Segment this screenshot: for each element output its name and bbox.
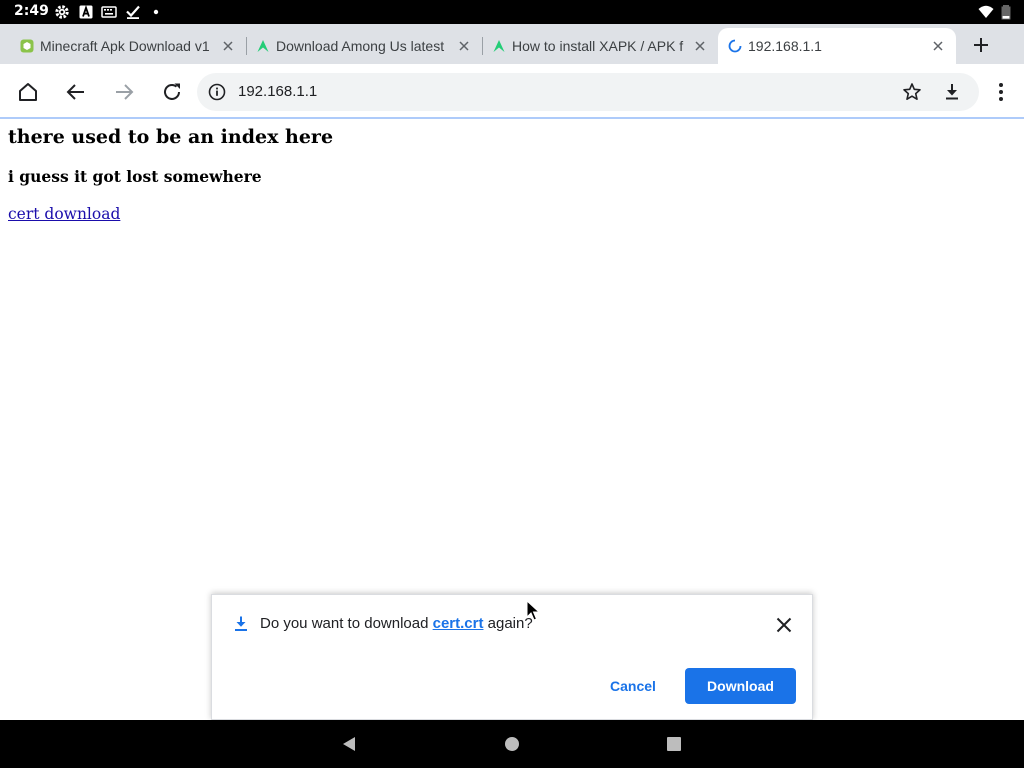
tab-192-168-1-1[interactable]: 192.168.1.1 <box>718 28 956 64</box>
download-button[interactable]: Download <box>685 668 796 704</box>
green-cube-icon <box>20 39 34 53</box>
browser-toolbar: 192.168.1.1 <box>0 64 1024 119</box>
download-icon <box>235 616 247 631</box>
forward-arrow-icon[interactable] <box>112 80 136 104</box>
star-bookmark-icon[interactable] <box>902 82 922 102</box>
download-prompt-message: Do you want to download cert.crt again? <box>260 615 533 632</box>
tab-title: How to install XAPK / APK f <box>512 38 684 54</box>
page-subheading: i guess it got lost somewhere <box>8 167 262 186</box>
nav-home-icon[interactable] <box>502 734 522 754</box>
navigation-bar <box>0 720 1024 768</box>
close-tab-icon[interactable] <box>456 38 472 54</box>
loading-spinner-icon <box>728 39 742 53</box>
tab-among-us[interactable]: Download Among Us latest <box>246 28 483 64</box>
wifi-icon <box>978 5 994 18</box>
info-icon[interactable] <box>208 83 226 101</box>
page-content: there used to be an index here i guess i… <box>8 120 1008 223</box>
tab-title: 192.168.1.1 <box>748 38 822 54</box>
nav-back-icon[interactable] <box>340 734 360 754</box>
download-icon[interactable] <box>942 82 962 102</box>
tab-title: Download Among Us latest <box>276 38 445 54</box>
back-arrow-icon[interactable] <box>64 80 88 104</box>
tab-title: Minecraft Apk Download v1 <box>40 38 210 54</box>
status-time: 2:49 <box>14 3 49 19</box>
close-icon[interactable] <box>775 616 793 634</box>
battery-icon <box>1001 5 1011 20</box>
gear-icon <box>55 5 69 19</box>
tab-strip: Minecraft Apk Download v1 Download Among… <box>0 24 1024 64</box>
status-bar: 2:49 <box>0 0 1024 24</box>
mouse-cursor-icon <box>526 600 541 621</box>
cancel-button[interactable]: Cancel <box>597 668 669 704</box>
more-options-icon[interactable] <box>989 80 1013 104</box>
home-icon[interactable] <box>16 80 40 104</box>
font-a-icon <box>79 5 93 19</box>
url-text[interactable]: 192.168.1.1 <box>238 83 317 100</box>
reload-icon[interactable] <box>160 80 184 104</box>
apkpure-icon <box>257 40 269 52</box>
checkmark-icon <box>126 5 140 19</box>
tab-install-xapk[interactable]: How to install XAPK / APK f <box>482 28 718 64</box>
address-bar[interactable]: 192.168.1.1 <box>197 73 979 111</box>
close-tab-icon[interactable] <box>692 38 708 54</box>
page-heading: there used to be an index here <box>8 126 334 148</box>
filename-link[interactable]: cert.crt <box>433 615 484 632</box>
close-tab-icon[interactable] <box>220 38 236 54</box>
tab-minecraft[interactable]: Minecraft Apk Download v1 <box>10 28 247 64</box>
dot-icon <box>153 9 159 15</box>
keyboard-icon <box>101 6 117 18</box>
message-before: Do you want to download <box>260 615 433 632</box>
cert-download-link[interactable]: cert download <box>8 205 120 223</box>
nav-recents-icon[interactable] <box>664 734 684 754</box>
close-tab-icon[interactable] <box>930 38 946 54</box>
new-tab-icon[interactable] <box>970 34 992 56</box>
apkpure-icon <box>493 40 505 52</box>
download-prompt: Do you want to download cert.crt again? … <box>211 594 813 720</box>
